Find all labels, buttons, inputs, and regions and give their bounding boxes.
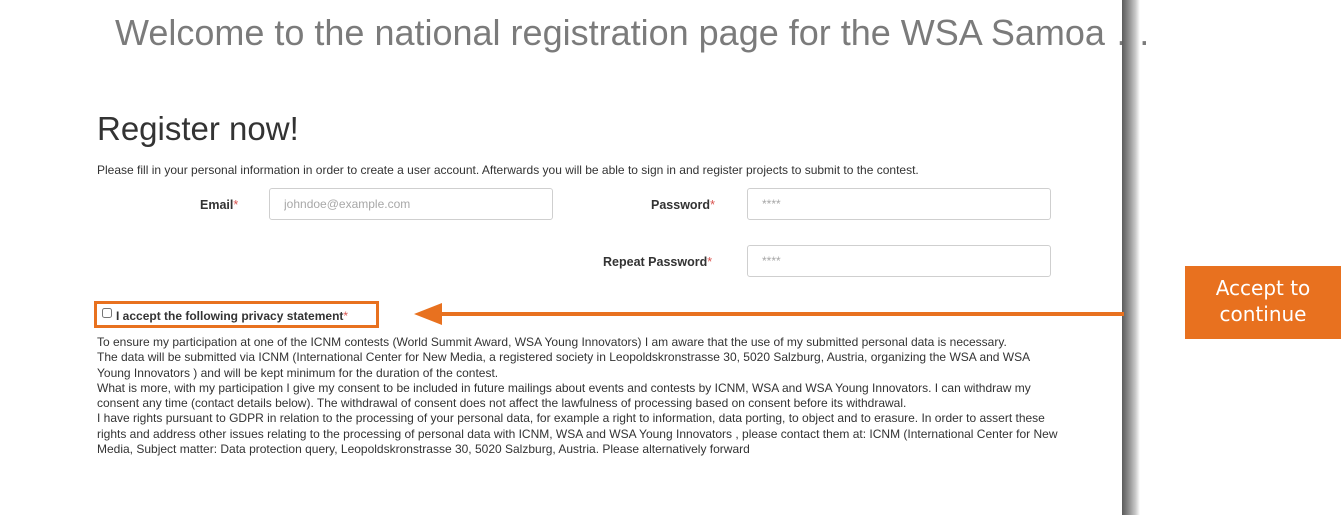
privacy-accept-highlight: I accept the following privacy statement…	[94, 301, 379, 328]
callout-line-1: Accept to	[1215, 276, 1311, 300]
privacy-accept-checkbox[interactable]	[102, 308, 112, 318]
repeat-password-input[interactable]	[747, 245, 1051, 277]
register-intro: Please fill in your personal information…	[97, 163, 919, 177]
privacy-accept-label[interactable]: I accept the following privacy statement…	[116, 309, 348, 323]
privacy-accept-label-text: I accept the following privacy statement	[116, 309, 344, 323]
repeat-password-label: Repeat Password*	[603, 255, 712, 269]
privacy-paragraph: What is more, with my participation I gi…	[97, 380, 1031, 411]
arrow-left-icon	[414, 303, 442, 325]
registration-page: Welcome to the national registration pag…	[0, 0, 1151, 515]
required-mark: *	[233, 198, 239, 212]
email-label-text: Email	[200, 198, 234, 212]
register-title: Register now!	[97, 110, 299, 147]
email-label: Email*	[200, 198, 238, 212]
password-label: Password*	[651, 198, 715, 212]
password-label-text: Password	[651, 198, 711, 212]
required-mark: *	[707, 255, 713, 269]
privacy-paragraph: To ensure my participation at one of the…	[97, 335, 1007, 349]
privacy-paragraph: The data will be submitted via ICNM (Int…	[97, 350, 1030, 380]
privacy-paragraph: I have rights pursuant to GDPR in relati…	[97, 411, 1058, 457]
password-input[interactable]	[747, 188, 1051, 220]
arrow-line	[440, 312, 1124, 316]
page-shadow	[1122, 0, 1140, 515]
required-mark: *	[710, 198, 715, 212]
welcome-title: Welcome to the national registration pag…	[115, 12, 1151, 53]
callout-line-2: continue	[1219, 302, 1307, 326]
required-mark: *	[343, 309, 349, 323]
email-input[interactable]	[269, 188, 553, 220]
privacy-statement: To ensure my participation at one of the…	[97, 335, 1062, 457]
repeat-password-label-text: Repeat Password	[603, 255, 708, 269]
accept-callout: Accept to continue	[1185, 266, 1341, 339]
